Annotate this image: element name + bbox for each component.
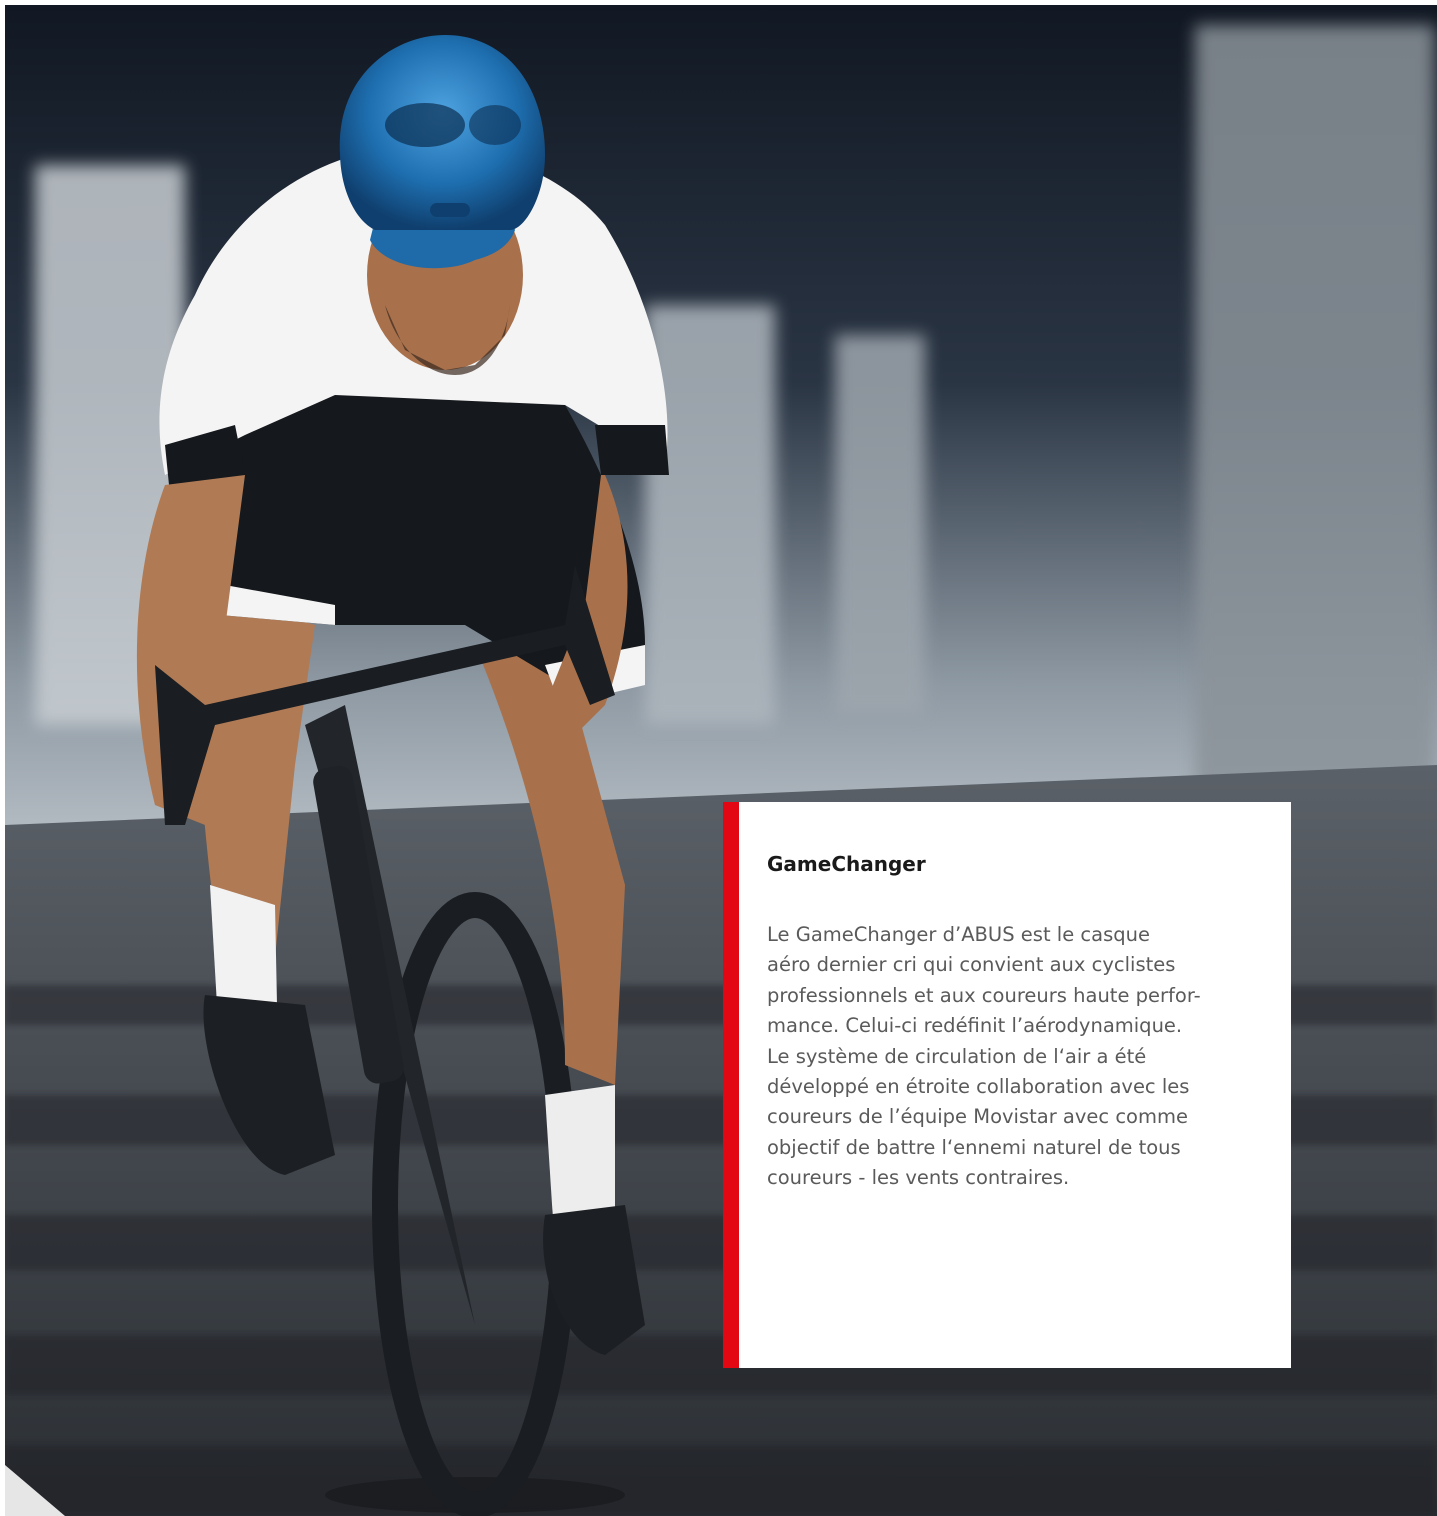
card-body-line: Le GameChanger d’ABUS est le casque <box>767 923 1150 946</box>
card-accent-bar <box>723 802 739 1368</box>
card-body-line: coureurs de l’équipe Movistar avec comme <box>767 1105 1188 1129</box>
card-body-line: Le système de circulation de l‘air a été <box>767 1044 1147 1068</box>
info-card: GameChanger Le GameChanger d’ABUS est le… <box>723 802 1291 1368</box>
card-body-line: aéro dernier cri qui convient aux cyclis… <box>767 953 1176 977</box>
card-body-line: objectif de battre l‘ennemi naturel de t… <box>767 1135 1181 1159</box>
card-body-line: professionnels et aux coureurs haute per… <box>767 983 1201 1007</box>
card-body-line: mance. Celui-ci redéfinit l’aérodynamiqu… <box>767 1014 1183 1038</box>
card-title: GameChanger <box>767 852 926 876</box>
card-body-line: développé en étroite collaboration avec … <box>767 1075 1190 1099</box>
card-body: Le GameChanger d’ABUS est le casque aéro… <box>767 920 1267 1194</box>
card-body-line: coureurs - les vents contraires. <box>767 1166 1070 1190</box>
